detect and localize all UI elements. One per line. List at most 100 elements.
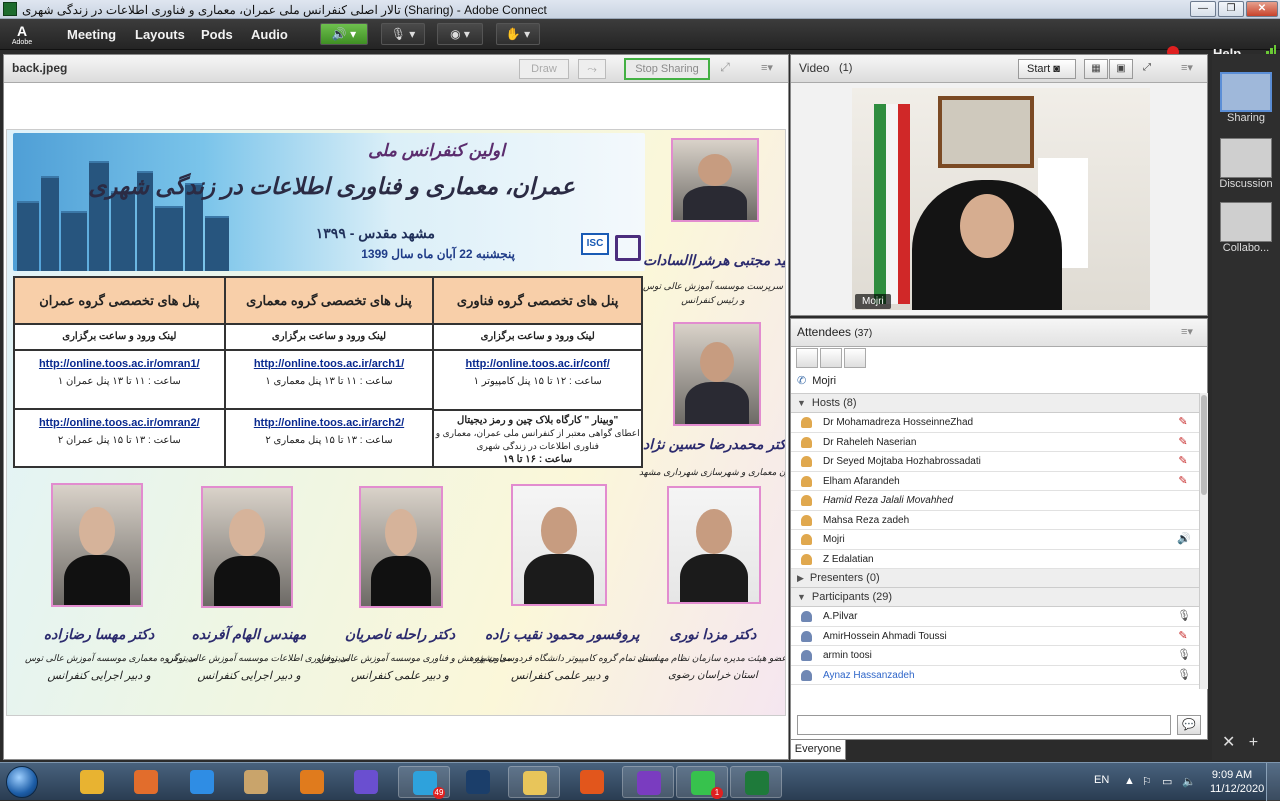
expand-arrow-icon: ▶: [797, 573, 804, 583]
host-user-icon: [801, 475, 812, 487]
settings-icon[interactable]: ✕: [1222, 734, 1235, 751]
layout-tools: ✕ +: [1222, 732, 1258, 752]
attendee-row[interactable]: Mojri 🔊: [791, 530, 1199, 550]
participant-user-icon: [801, 669, 812, 681]
taskbar-app-chat-app[interactable]: [340, 766, 392, 798]
layout-label: Collabo...: [1222, 242, 1270, 254]
scrollbar-thumb[interactable]: [1201, 395, 1207, 495]
start-button[interactable]: [6, 766, 38, 798]
volume-icon[interactable]: 🔈: [1182, 775, 1196, 788]
attendee-row[interactable]: Elham Afarandeh ✎: [791, 472, 1199, 491]
grid-view-icon[interactable]: ▦: [1084, 59, 1108, 79]
taskbar-app-adobe-connect[interactable]: [730, 766, 782, 798]
attendee-row[interactable]: armin toosi 🎙: [791, 646, 1199, 666]
stop-sharing-button[interactable]: Stop Sharing: [624, 58, 710, 80]
panel-column-it: پنل های تخصصی گروه فناوری اطلاعات لینک و…: [432, 278, 641, 466]
speaker-name: دکتر مهسا رضازاده: [43, 626, 155, 642]
pod-options-menu-icon[interactable]: ≡▾: [1181, 325, 1193, 338]
show-hidden-icons-icon[interactable]: ▲: [1124, 775, 1135, 787]
attendee-row[interactable]: AmirHossein Ahmadi Toussi ✎: [791, 627, 1199, 646]
draw-button[interactable]: Draw: [519, 59, 569, 79]
webcam-video-feed[interactable]: Mojri: [852, 88, 1150, 310]
layout-thumbnail-sharing[interactable]: [1220, 72, 1272, 112]
pod-options-menu-icon[interactable]: ≡▾: [1181, 61, 1193, 74]
layout-thumbnail-discussion[interactable]: [1220, 138, 1272, 178]
attendee-name: A.Pilvar: [823, 611, 858, 622]
taskbar-app-chrome[interactable]: [66, 766, 118, 798]
maximize-button[interactable]: ❐: [1218, 1, 1244, 17]
pod-options-menu-icon[interactable]: ≡▾: [761, 61, 773, 74]
attendee-row[interactable]: Dr Seyed Mojtaba Hozhabrossadati ✎: [791, 452, 1199, 472]
group-participants[interactable]: ▼ Participants (29): [791, 588, 1199, 607]
attendee-row[interactable]: Aynaz Hassanzadeh 🎙: [791, 666, 1199, 685]
list-view-icon[interactable]: [796, 348, 818, 368]
participant-user-icon: [801, 611, 812, 622]
menu-audio[interactable]: Audio: [251, 27, 288, 42]
panel-link[interactable]: http://online.toos.ac.ir/conf/: [434, 358, 641, 370]
menu-meeting[interactable]: Meeting: [67, 27, 116, 42]
input-language[interactable]: EN: [1094, 774, 1109, 786]
menu-layouts[interactable]: Layouts: [135, 27, 185, 42]
taskbar-app-telegram[interactable]: 49: [398, 766, 450, 799]
attendee-list-scrollbar[interactable]: [1199, 393, 1208, 689]
host-user-icon: [801, 436, 812, 448]
group-hosts[interactable]: ▼ Hosts (8): [791, 394, 1199, 413]
taskbar-app-photoshop[interactable]: [452, 766, 504, 798]
taskbar-app-internet-explorer[interactable]: [176, 766, 228, 798]
host-user-icon: [801, 417, 812, 428]
send-message-icon[interactable]: 💬: [1177, 715, 1201, 735]
mic-icon: 🎙: [1177, 668, 1191, 681]
video-pod-header: Video (1) Start ◙ ▦ ▣ ⤢ ≡▾: [791, 55, 1207, 83]
attendee-list: ▼ Hosts (8) Dr Mohamadreza HosseinneZhad ✎…: [791, 393, 1199, 689]
webcam-button[interactable]: ◉ ▾: [437, 23, 483, 45]
menu-pods[interactable]: Pods: [201, 27, 233, 42]
panel-cell: http://online.toos.ac.ir/arch1/ ساعت : ۱…: [226, 351, 433, 408]
panel-link[interactable]: http://online.toos.ac.ir/arch2/: [226, 417, 433, 429]
window-titlebar: تالار اصلی کنفرانس ملی عمران، معماری و ف…: [0, 0, 1280, 19]
taskbar-app-eset[interactable]: [286, 766, 338, 798]
taskbar-app-file-explorer[interactable]: [508, 766, 560, 798]
fullscreen-icon[interactable]: ⤢: [1135, 59, 1159, 79]
panel-link[interactable]: http://online.toos.ac.ir/omran2/: [15, 417, 224, 429]
start-webcam-button[interactable]: Start ◙: [1018, 59, 1076, 79]
group-presenters[interactable]: ▶ Presenters (0): [791, 569, 1199, 588]
attendees-label: Attendees: [797, 325, 852, 339]
attendee-row[interactable]: Dr Mohamadreza HosseinneZhad ✎: [791, 413, 1199, 433]
panel-subheading: لینک ورود و ساعت برگزاری: [225, 325, 433, 351]
system-clock[interactable]: 9:09 AM 11/12/2020: [1210, 768, 1264, 796]
speaker-face: [960, 194, 1014, 258]
taskbar-app-firefox[interactable]: [566, 766, 618, 798]
raise-hand-button[interactable]: ✋ ▾: [496, 23, 540, 45]
chat-tab-everyone[interactable]: Everyone: [790, 740, 846, 760]
panel-link[interactable]: http://online.toos.ac.ir/omran1/: [15, 358, 224, 370]
share-control-icon[interactable]: ⤳: [578, 59, 606, 79]
add-layout-icon[interactable]: +: [1249, 734, 1258, 751]
speaker-button[interactable]: 🔊 ▾: [320, 23, 368, 45]
taskbar-app-paint[interactable]: [230, 766, 282, 798]
microphone-button[interactable]: 🎙 ▾: [381, 23, 425, 45]
monitor-icon[interactable]: ▭: [1162, 775, 1172, 788]
attendee-row[interactable]: Dr Raheleh Naserian ✎: [791, 433, 1199, 452]
attendee-row[interactable]: A.Pilvar 🎙: [791, 607, 1199, 627]
minimize-button[interactable]: —: [1190, 1, 1216, 17]
attendee-row[interactable]: Hamid Reza Jalali Movahhed: [791, 491, 1199, 511]
chat-message-input[interactable]: [797, 715, 1171, 735]
speaker-photo: [359, 486, 443, 608]
layout-thumbnail-collaboration[interactable]: [1220, 202, 1272, 242]
panel-subheading: لینک ورود و ساعت برگزاری: [434, 325, 641, 351]
webinar-note: فناوری اطلاعات در زندگی شهری: [476, 441, 599, 451]
fullscreen-icon[interactable]: ⤢: [716, 60, 734, 78]
close-button[interactable]: ✕: [1246, 1, 1278, 17]
taskbar-app-whatsapp[interactable]: 1: [676, 766, 728, 799]
attendee-row[interactable]: Z Edalatian: [791, 550, 1199, 569]
breakout-view-icon[interactable]: [820, 348, 842, 368]
host-user-icon: [801, 553, 812, 565]
taskbar-app-podcast[interactable]: [622, 766, 674, 798]
panel-link[interactable]: http://online.toos.ac.ir/arch1/: [226, 358, 433, 370]
filmstrip-view-icon[interactable]: ▣: [1109, 59, 1133, 79]
taskbar-app-media-player[interactable]: [120, 766, 172, 798]
status-view-icon[interactable]: [844, 348, 866, 368]
network-icon[interactable]: ⚐: [1142, 775, 1152, 788]
attendee-row[interactable]: Mahsa Reza zadeh: [791, 511, 1199, 530]
show-desktop-button[interactable]: [1266, 763, 1280, 801]
